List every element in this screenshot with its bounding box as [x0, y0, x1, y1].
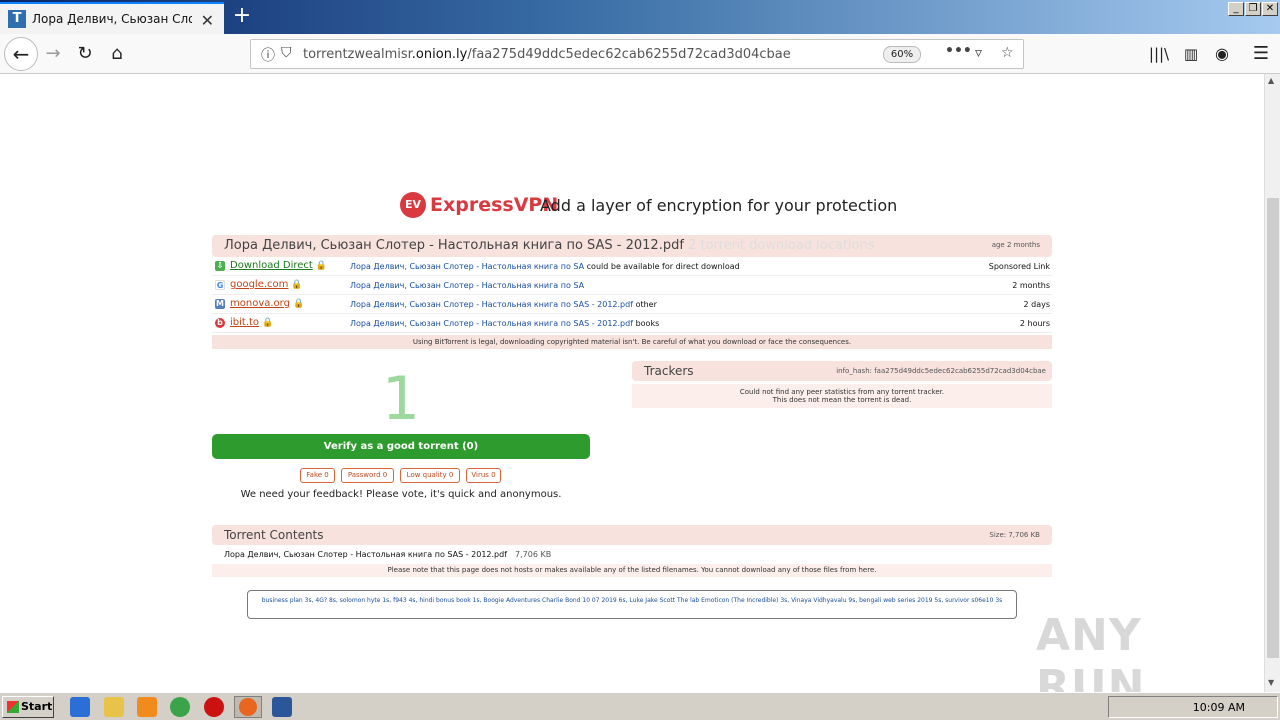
back-button[interactable]: ←: [4, 37, 38, 71]
chrome-icon[interactable]: [170, 697, 190, 717]
page-viewport: EV ExpressVPN Add a layer of encryption …: [0, 74, 1264, 692]
source-description[interactable]: Лора Делвич, Сьюзан Слотер - Настольная …: [350, 300, 657, 309]
info-hash: info_hash: faa275d49ddc5edec62cab6255d72…: [836, 367, 1046, 375]
torrent-header: Лора Делвич, Сьюзан Слотер - Настольная …: [212, 235, 1052, 257]
fake-vote-button[interactable]: Fake 0: [300, 468, 335, 483]
library-icon[interactable]: |||\: [1144, 39, 1174, 69]
source-row[interactable]: G google.com 🔒 Лора Делвич, Сьюзан Слотер…: [212, 276, 1052, 295]
source-link[interactable]: ibit.to 🔒: [230, 317, 273, 328]
source-age: Sponsored Link: [988, 262, 1050, 271]
minimize-button[interactable]: _: [1228, 2, 1244, 16]
info-icon[interactable]: ⓘ: [261, 45, 275, 65]
explorer-icon[interactable]: [104, 697, 124, 717]
title-bar: T Лора Делвич, Сьюзан Слотер - Н ✕ + _ ❐…: [0, 0, 1280, 34]
file-entry: Лора Делвич, Сьюзан Слотер - Настольная …: [224, 550, 551, 559]
monova-icon: M: [215, 299, 225, 309]
scrollbar[interactable]: ▲ ▼: [1264, 74, 1280, 692]
firefox-icon: [239, 698, 257, 716]
expressvpn-logo: EV: [400, 192, 426, 218]
lock-icon: 🔒: [292, 299, 305, 309]
feedback-text: We need your feedback! Please vote, it's…: [240, 489, 562, 500]
file-size: 7,706 KB: [515, 550, 552, 559]
file-name: Лора Делвич, Сьюзан Слотер - Настольная …: [224, 550, 508, 559]
anyrun-watermark: ANY RUN: [1036, 610, 1146, 692]
source-row[interactable]: ⇩ Download Direct 🔒 Лора Делвич, Сьюзан С…: [212, 257, 1052, 276]
opera-icon[interactable]: [204, 697, 224, 717]
forward-button[interactable]: →: [38, 39, 68, 69]
word-icon[interactable]: [272, 697, 292, 717]
source-description[interactable]: Лора Делвич, Сьюзан Слотер - Настольная …: [350, 281, 584, 290]
contents-header: Torrent Contents Size: 7,706 KB: [212, 525, 1052, 545]
torrent-age: age 2 months: [991, 241, 1040, 249]
reload-button[interactable]: ↻: [70, 39, 100, 69]
system-tray: 10:09 AM: [1108, 696, 1278, 718]
shield-icon[interactable]: ⛉: [281, 45, 292, 61]
torrent-title: Лора Делвич, Сьюзан Слотер - Настольная …: [224, 238, 875, 253]
tab-favicon-icon: T: [8, 10, 26, 28]
source-description[interactable]: Лора Делвич, Сьюзан Слотер - Настольная …: [350, 262, 740, 271]
new-tab-button[interactable]: +: [230, 4, 254, 30]
scroll-thumb[interactable]: [1267, 198, 1279, 658]
lock-icon: 🔒: [291, 280, 303, 290]
url-bar[interactable]: ⓘ ⛉ torrentzwealmisr.onion.ly/faa275d49d…: [250, 39, 1024, 69]
hosting-notice: Please note that this page does not host…: [212, 564, 1052, 577]
recent-searches[interactable]: business plan 3s, 4G? 8s, solomon hyte 1…: [247, 590, 1017, 619]
maximize-button[interactable]: ❐: [1245, 2, 1261, 16]
download-locations: 2 torrent download locations: [688, 238, 875, 253]
ie-icon[interactable]: [70, 697, 90, 717]
source-link[interactable]: google.com 🔒: [230, 279, 303, 290]
pocket-icon[interactable]: ▿: [975, 45, 982, 61]
contents-size: Size: 7,706 KB: [989, 531, 1040, 539]
expressvpn-ad[interactable]: EV ExpressVPN Add a layer of encryption …: [400, 192, 897, 222]
trackers-title: Trackers: [644, 364, 694, 378]
scroll-up-icon[interactable]: ▲: [1268, 76, 1274, 85]
tab-close-icon[interactable]: ✕: [201, 11, 214, 30]
bookmark-star-icon[interactable]: ☆: [1001, 45, 1014, 61]
download-icon: ⇩: [215, 261, 225, 271]
source-link[interactable]: monova.org 🔒: [230, 298, 304, 309]
sidebar-icon[interactable]: ▥: [1176, 39, 1206, 69]
source-row[interactable]: b ibit.to 🔒 Лора Делвич, Сьюзан Слотер - …: [212, 314, 1052, 333]
tab-title: Лора Делвич, Сьюзан Слотер - Н: [32, 12, 192, 26]
firefox-task-button[interactable]: [234, 696, 262, 718]
lock-icon: 🔒: [315, 261, 328, 271]
source-age: 2 months: [1012, 281, 1050, 290]
url-text[interactable]: torrentzwealmisr.onion.ly/faa275d49ddc5e…: [303, 47, 791, 62]
ad-brand: ExpressVPN: [430, 194, 559, 216]
account-icon[interactable]: ◉: [1207, 39, 1237, 69]
vote-count: 1: [381, 364, 421, 434]
low-quality-vote-button[interactable]: Low quality 0: [400, 468, 460, 483]
source-description[interactable]: Лора Делвич, Сьюзан Слотер - Настольная …: [350, 319, 659, 328]
home-button[interactable]: ⌂: [102, 39, 132, 69]
contents-title: Torrent Contents: [224, 528, 324, 542]
source-link[interactable]: Download Direct 🔒: [230, 260, 327, 271]
start-button[interactable]: Start: [2, 696, 54, 718]
clock: 10:09 AM: [1192, 701, 1245, 714]
source-row[interactable]: M monova.org 🔒 Лора Делвич, Сьюзан Слотер…: [212, 295, 1052, 314]
verify-button[interactable]: Verify as a good torrent (0): [212, 434, 590, 459]
ibit-icon: b: [215, 318, 225, 328]
zoom-level[interactable]: 60%: [883, 46, 921, 63]
page-actions-icon[interactable]: •••: [945, 43, 972, 59]
virus-vote-button[interactable]: Virus 0: [466, 468, 501, 483]
menu-icon[interactable]: ☰: [1246, 39, 1276, 69]
close-window-button[interactable]: ✕: [1262, 2, 1278, 16]
source-age: 2 days: [1023, 300, 1050, 309]
scroll-down-icon[interactable]: ▼: [1268, 678, 1274, 687]
ad-tagline: Add a layer of encryption for your prote…: [540, 196, 898, 215]
navigation-bar: ← → ↻ ⌂ ⓘ ⛉ torrentzwealmisr.onion.ly/fa…: [0, 34, 1280, 74]
source-age: 2 hours: [1019, 319, 1050, 328]
trackers-header: Trackers info_hash: faa275d49ddc5edec62c…: [632, 361, 1052, 381]
windows-flag-icon: [7, 701, 19, 713]
lock-icon: 🔒: [262, 318, 274, 328]
legal-notice: Using BitTorrent is legal, downloading c…: [212, 335, 1052, 349]
google-icon: G: [215, 280, 225, 290]
browser-tab[interactable]: T Лора Делвич, Сьюзан Слотер - Н ✕: [0, 2, 224, 34]
password-vote-button[interactable]: Password 0: [341, 468, 394, 483]
media-player-icon[interactable]: [137, 697, 157, 717]
taskbar: Start 10:09 AM: [0, 692, 1280, 720]
trackers-message: Could not find any peer statistics from …: [632, 384, 1052, 408]
